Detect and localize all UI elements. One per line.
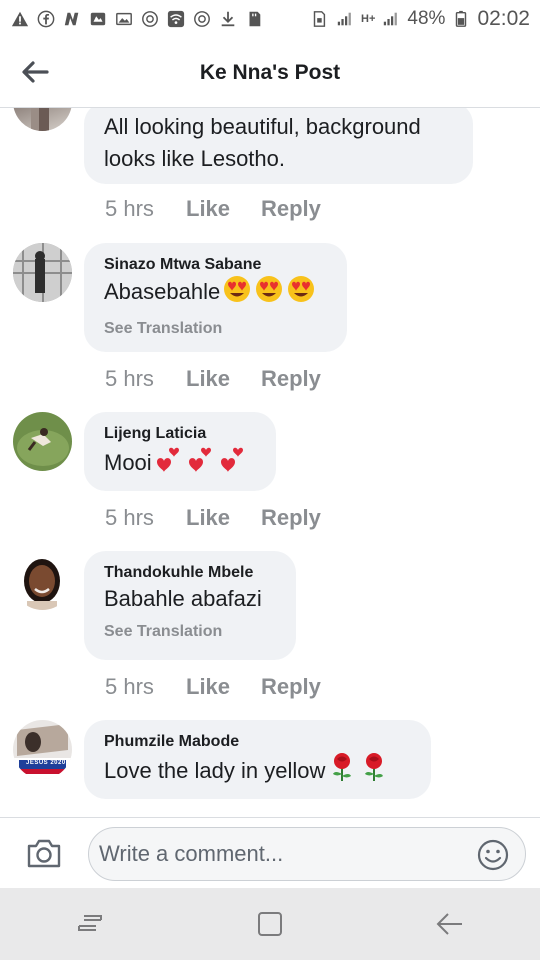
two-hearts-icon [218,444,248,483]
heart-eyes-icon [222,275,252,312]
back-arrow-icon [22,61,49,83]
comment-bubble[interactable]: Sinazo Mtwa Sabane Abasebahle See Transl… [84,243,347,352]
news-n-icon [62,10,82,28]
comment-author[interactable]: Lijeng Laticia [104,424,256,444]
comment-text: Love the lady in yellow [104,752,411,791]
rose-icon [327,752,357,791]
sim-icon [309,10,329,28]
like-button[interactable]: Like [186,505,261,531]
reply-button[interactable]: Reply [261,674,321,700]
comment-text: Mooi [104,444,256,483]
avatar[interactable] [13,412,72,471]
comment-actions: 5 hrs Like Reply [105,674,321,700]
heart-eyes-icon [286,275,316,312]
mail-app-icon [88,10,108,28]
see-translation-link[interactable]: See Translation [104,318,327,340]
page-title: Ke Nna's Post [199,60,341,84]
two-hearts-icon [154,444,184,483]
back-nav-button[interactable] [420,894,480,954]
two-hearts-icon [186,444,216,483]
notification-icons [10,10,264,28]
system-navigation-bar [0,888,540,960]
comment-time: 5 hrs [105,505,154,530]
comment-text: Abasebahle [104,275,327,312]
reply-button[interactable]: Reply [261,505,321,531]
comment-author[interactable]: Sinazo Mtwa Sabane [104,255,327,275]
battery-icon [451,10,471,28]
system-icons: H+ 48% 02:02 [309,7,530,31]
status-bar: H+ 48% 02:02 [0,0,540,38]
emoji-button[interactable] [477,839,509,871]
smiley-icon [477,839,509,871]
comment-bubble[interactable]: Lijeng Laticia Mooi [84,412,276,491]
avatar[interactable] [13,243,72,302]
like-button[interactable]: Like [186,196,261,222]
comment-text: All looking beautiful, background looks … [104,114,421,171]
comment-actions: 5 hrs Like Reply [105,366,321,392]
back-nav-icon [436,913,462,935]
comment-text-value: Love the lady in yellow [104,758,326,783]
comment-author[interactable]: Phumzile Mabode [104,732,411,752]
avatar[interactable] [13,108,72,131]
comment-author[interactable]: Thandokuhle Mbele [104,563,276,583]
like-button[interactable]: Like [186,366,261,392]
home-button[interactable] [240,894,300,954]
sync-icon [192,10,212,28]
rose-icon [359,752,389,791]
comment-input[interactable] [89,828,449,880]
avatar[interactable] [13,551,72,610]
clock: 02:02 [477,7,530,30]
like-button[interactable]: Like [186,674,261,700]
reply-button[interactable]: Reply [261,366,321,392]
comment-text-value: Abasebahle [104,279,221,304]
gallery-icon [114,10,134,28]
comment-composer [0,817,540,887]
comment-text: Babahle abafazi [104,586,262,611]
see-translation-link[interactable]: See Translation [104,621,276,643]
comment-time: 5 hrs [105,674,154,699]
home-icon [258,912,282,936]
recent-apps-icon [78,915,102,931]
warning-icon [10,10,30,28]
avatar-badge: JESUS 2020 [26,760,66,766]
avatar[interactable]: JESUS 2020 [13,720,72,779]
facebook-icon [36,10,56,28]
camera-icon [27,839,61,868]
header: Ke Nna's Post [0,38,540,108]
sd-card-icon [244,10,264,28]
reply-button[interactable]: Reply [261,196,321,222]
comment-list[interactable]: All looking beautiful, background looks … [0,108,540,816]
comment-text-value: Mooi [104,450,152,475]
comment-input-wrapper [88,827,526,881]
comment-actions: 5 hrs Like Reply [105,196,321,222]
download-icon [218,10,238,28]
heart-eyes-icon [254,275,284,312]
signal-icon-2 [381,10,401,28]
wifi-box-icon [166,10,186,28]
comment-actions: 5 hrs Like Reply [105,505,321,531]
comment-bubble[interactable]: Thandokuhle Mbele Babahle abafazi See Tr… [84,551,296,660]
battery-percent: 48% [407,8,446,29]
comment-bubble[interactable]: All looking beautiful, background looks … [84,108,473,184]
comment-time: 5 hrs [105,366,154,391]
camera-button[interactable] [26,837,62,869]
camera-app-icon [140,10,160,28]
comment-bubble[interactable]: Phumzile Mabode Love the lady in yellow [84,720,431,799]
comment-time: 5 hrs [105,196,154,221]
recents-button[interactable] [60,894,120,954]
network-type: H+ [361,13,376,25]
back-button[interactable] [18,57,52,87]
signal-icon-1 [335,10,355,28]
